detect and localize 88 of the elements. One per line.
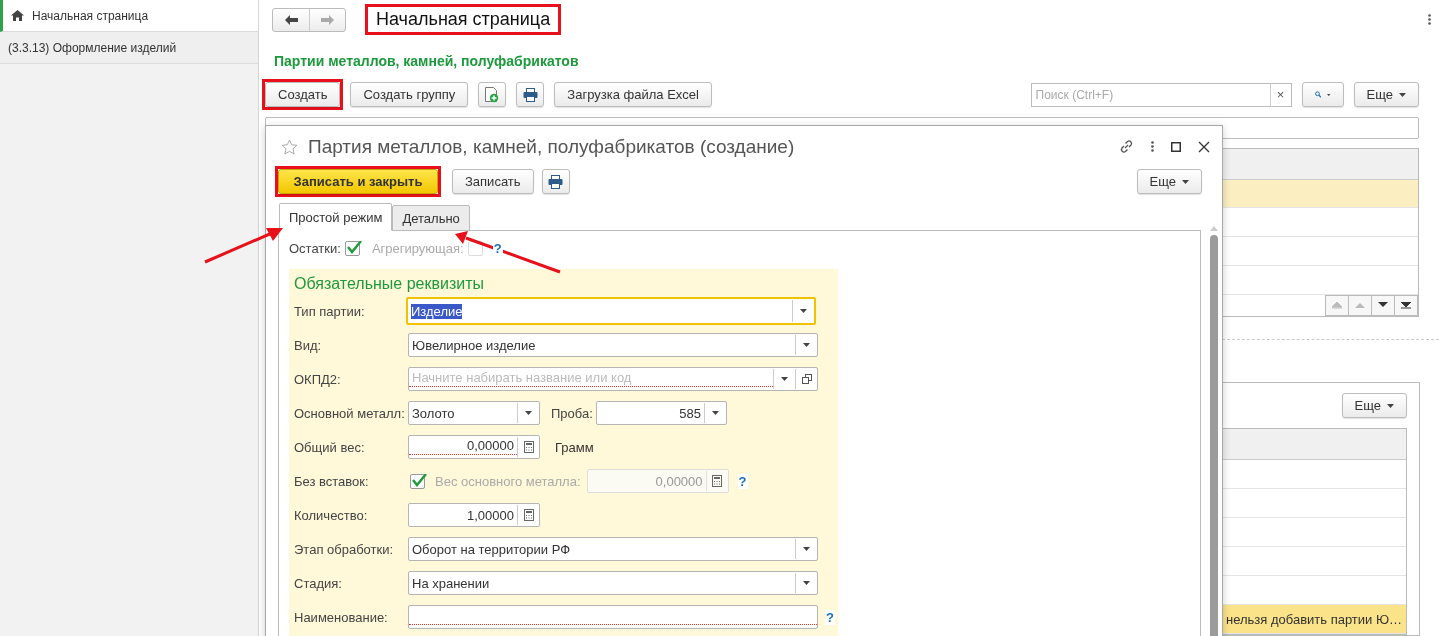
pager-arrow-icon	[1331, 302, 1343, 309]
pager-arrow-icon	[1400, 302, 1412, 309]
sidebar-item[interactable]: Начальная страница	[0, 0, 258, 32]
forward-arrow-icon	[321, 14, 334, 25]
dropdown-icon	[712, 411, 719, 415]
checkbox[interactable]	[344, 240, 360, 256]
field-label: Вид:	[294, 337, 323, 353]
toolbar-button[interactable]: Загрузка файла Excel	[554, 82, 712, 107]
number-field[interactable]: 1,00000	[408, 503, 540, 527]
table-row[interactable]: нельзя добавить партии Ю…	[1222, 605, 1406, 634]
more-icon[interactable]	[1151, 141, 1154, 152]
dropdown-icon	[803, 547, 810, 551]
print-button[interactable]	[541, 169, 570, 194]
search-field[interactable]: Поиск (Ctrl+F)	[1030, 82, 1270, 107]
tab[interactable]: Детально	[392, 205, 470, 231]
field-label: Количество:	[294, 507, 369, 523]
dialog-title: Партия металлов, камней, полуфабрикатов (создание)	[308, 135, 795, 158]
clear-button[interactable]: ×	[1269, 82, 1292, 107]
field-label: Проба:	[551, 405, 594, 421]
scrollbar[interactable]	[1209, 226, 1218, 636]
select-field[interactable]: Изделие	[406, 297, 816, 325]
more-button[interactable]: Еще	[1341, 393, 1407, 418]
calculator-icon	[523, 441, 534, 453]
help-link[interactable]: ?	[825, 609, 835, 625]
text-field[interactable]	[408, 605, 818, 629]
print-icon	[522, 87, 538, 102]
field-label: Стадия:	[294, 575, 343, 591]
calculator-icon	[523, 509, 534, 521]
pager-button[interactable]	[1394, 295, 1418, 316]
search-icon	[1314, 88, 1322, 101]
pager-button[interactable]	[1371, 295, 1395, 316]
select-field[interactable]: 585	[596, 401, 727, 425]
save-button[interactable]: Записать	[452, 169, 534, 194]
more-button[interactable]: Еще	[1136, 169, 1202, 194]
field-label: Наименование:	[294, 609, 389, 625]
dropdown-icon	[800, 309, 807, 313]
group-title: Обязательные реквизиты	[294, 275, 485, 293]
dropdown-icon	[803, 343, 810, 347]
more-button[interactable]: Еще	[1353, 82, 1419, 107]
help-link[interactable]: ?	[737, 473, 748, 489]
print-button[interactable]	[516, 82, 545, 107]
star-icon[interactable]	[281, 138, 298, 155]
field-label: Общий вес:	[294, 439, 366, 455]
check-icon	[412, 473, 427, 487]
checkbox[interactable]	[410, 473, 425, 489]
add-document-icon	[485, 86, 500, 103]
search-button[interactable]	[1301, 82, 1344, 107]
field-label: Без вставок:	[294, 473, 370, 489]
page-title: Начальная страница	[375, 8, 552, 31]
checkbox-label: Остатки:	[289, 240, 341, 256]
check-icon	[346, 240, 362, 254]
home-icon	[11, 10, 24, 21]
tab[interactable]: Простой режим	[279, 203, 393, 231]
calculator-icon	[712, 475, 723, 487]
toolbar-button[interactable]: Создать группу	[350, 82, 469, 107]
save-and-close-button[interactable]: Записать и закрыть	[278, 169, 438, 194]
open-icon	[801, 374, 812, 384]
maximize-icon[interactable]	[1171, 141, 1181, 152]
dropdown-icon	[1399, 92, 1406, 97]
number-field[interactable]: 0,00000	[408, 435, 540, 459]
more-icon[interactable]	[1428, 14, 1431, 25]
number-field: 0,00000	[586, 469, 729, 493]
scroll-up-icon[interactable]	[1209, 226, 1218, 231]
pager-arrow-icon	[1354, 302, 1366, 309]
unit-label: Грамм	[555, 439, 594, 455]
field-label: ОКПД2:	[294, 371, 342, 387]
close-icon[interactable]	[1198, 140, 1210, 153]
dropdown-icon	[781, 377, 788, 381]
field-label: Этап обработки:	[294, 541, 395, 557]
link-icon[interactable]	[1119, 139, 1134, 154]
dropdown-icon	[1387, 403, 1394, 408]
back-arrow-icon	[284, 14, 298, 25]
select-field[interactable]: На хранении	[408, 571, 818, 595]
field-label: Тип партии:	[294, 303, 366, 319]
select-field[interactable]: Оборот на территории РФ	[408, 537, 818, 561]
toolbar-button[interactable]: Создать	[265, 82, 341, 107]
print-icon	[548, 174, 564, 189]
field-label: Вес основного металла:	[435, 473, 581, 489]
pager-arrow-icon	[1377, 302, 1389, 309]
dropdown-icon	[803, 581, 810, 585]
select-field[interactable]: Ювелирное изделие	[408, 333, 818, 357]
dropdown-icon	[1182, 179, 1189, 184]
checkbox-label: Агрегирующая:	[371, 240, 464, 256]
add-button[interactable]	[478, 82, 507, 107]
section-title: Партии металлов, камней, полуфабрикатов	[274, 53, 580, 69]
select-field[interactable]: Золото	[408, 401, 540, 425]
dropdown-icon	[525, 411, 532, 415]
field-label: Основной металл:	[294, 405, 406, 421]
